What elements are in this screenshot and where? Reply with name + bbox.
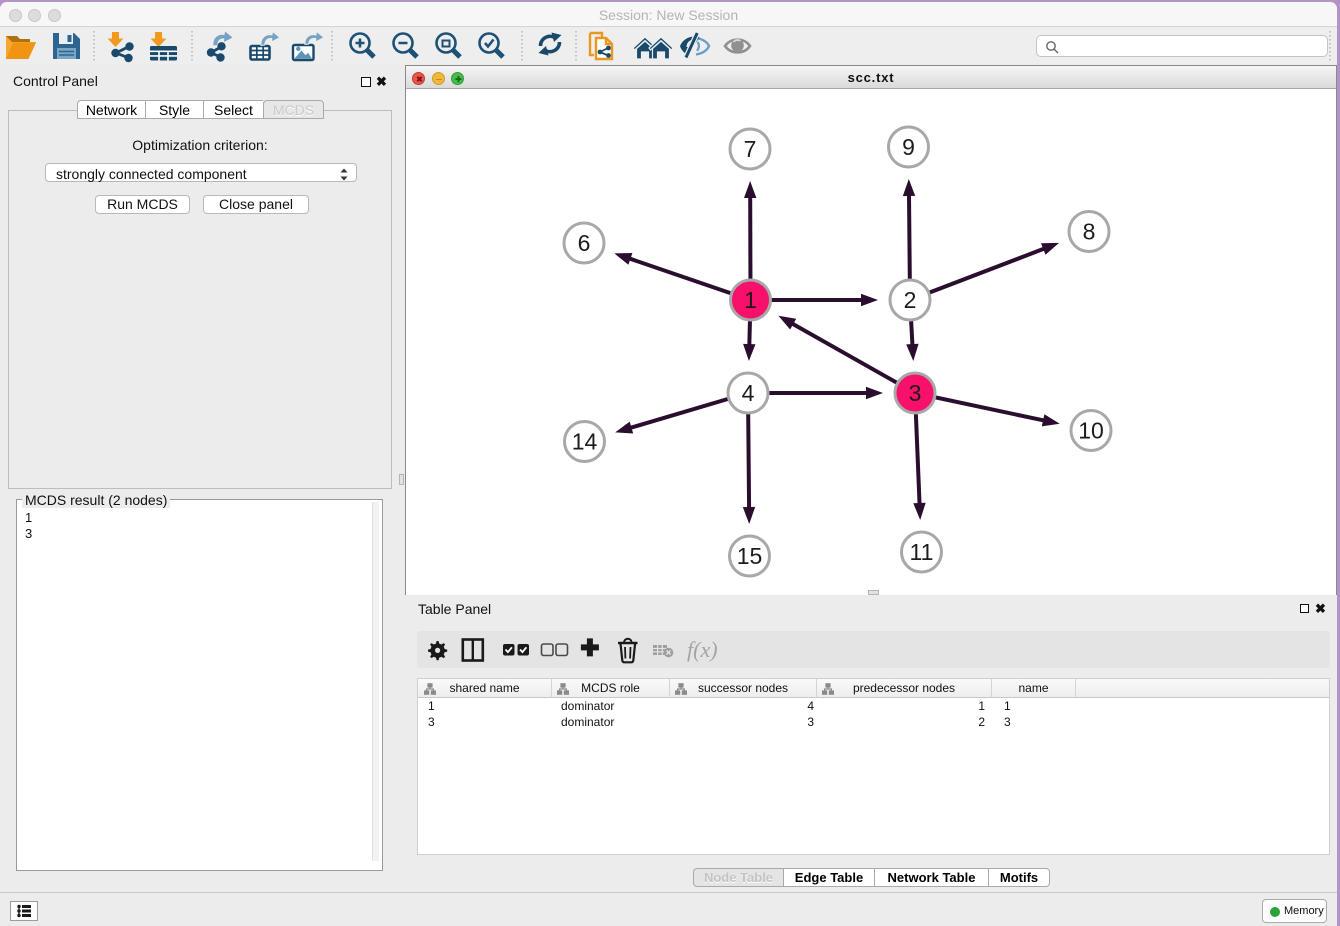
svg-text:2: 2 [904,287,917,313]
svg-text:11: 11 [910,539,934,565]
svg-text:10: 10 [1078,418,1104,444]
svg-text:6: 6 [578,230,591,256]
svg-text:8: 8 [1083,219,1096,245]
svg-text:4: 4 [742,380,755,406]
svg-text:14: 14 [572,429,598,455]
svg-text:9: 9 [902,134,915,160]
svg-text:15: 15 [737,543,763,569]
svg-text:f(x): f(x) [687,637,718,662]
svg-text:7: 7 [744,136,757,162]
svg-text:3: 3 [909,380,922,406]
svg-text:1: 1 [744,287,757,313]
